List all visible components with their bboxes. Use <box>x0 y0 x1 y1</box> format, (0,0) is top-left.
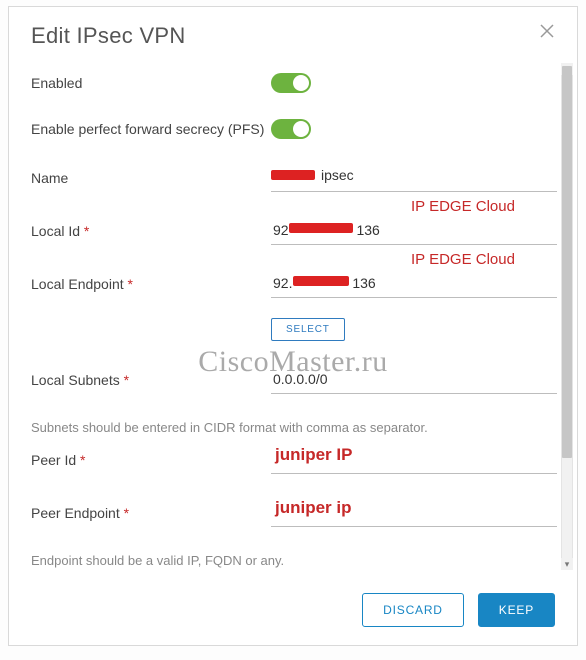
endpoint-hint: Endpoint should be a valid IP, FQDN or a… <box>31 553 557 568</box>
local-id-prefix: 92 <box>273 222 289 238</box>
peer-endpoint-input[interactable] <box>271 500 557 527</box>
name-value: ipsec <box>321 167 354 183</box>
name-label: Name <box>31 169 271 188</box>
peer-endpoint-label: Peer Endpoint <box>31 504 271 523</box>
edit-ipsec-vpn-dialog: Edit IPsec VPN Enabled Enable perfect fo… <box>8 6 578 646</box>
local-id-field[interactable]: 92 136 <box>271 218 557 245</box>
local-endpoint-field[interactable]: 92. 136 <box>271 271 557 298</box>
redaction <box>293 276 349 286</box>
dialog-footer: DISCARD KEEP <box>9 578 577 645</box>
redaction <box>271 170 315 180</box>
subnets-hint: Subnets should be entered in CIDR format… <box>31 420 557 435</box>
discard-button[interactable]: DISCARD <box>362 593 464 627</box>
local-id-suffix: 136 <box>356 222 379 238</box>
dialog-title: Edit IPsec VPN <box>31 23 186 49</box>
pfs-label: Enable perfect forward secrecy (PFS) <box>31 120 271 139</box>
name-field[interactable]: ipsec ipsec <box>271 165 557 192</box>
pfs-toggle[interactable] <box>271 119 311 139</box>
keep-button[interactable]: KEEP <box>478 593 555 627</box>
dialog-body: Enabled Enable perfect forward secrecy (… <box>9 55 559 578</box>
enabled-toggle[interactable] <box>271 73 311 93</box>
dialog-header: Edit IPsec VPN <box>9 7 577 55</box>
enabled-label: Enabled <box>31 74 271 93</box>
local-endpoint-label: Local Endpoint <box>31 275 271 294</box>
peer-id-label: Peer Id <box>31 451 271 470</box>
local-id-label: Local Id <box>31 222 271 241</box>
scrollbar-thumb[interactable] <box>562 66 572 458</box>
redaction <box>289 223 353 233</box>
local-subnets-label: Local Subnets <box>31 371 271 390</box>
vertical-scrollbar[interactable]: ▴ ▾ <box>561 65 573 568</box>
local-id-annotation: IP EDGE Cloud <box>411 198 515 215</box>
local-endpoint-suffix: 136 <box>352 275 375 291</box>
select-button[interactable]: SELECT <box>271 318 345 341</box>
close-icon[interactable] <box>539 23 555 39</box>
peer-id-input[interactable] <box>271 447 557 474</box>
local-endpoint-annotation: IP EDGE Cloud <box>411 251 515 268</box>
local-endpoint-prefix: 92. <box>273 275 292 291</box>
scroll-down-icon[interactable]: ▾ <box>561 558 573 570</box>
local-subnets-input[interactable] <box>271 367 557 394</box>
